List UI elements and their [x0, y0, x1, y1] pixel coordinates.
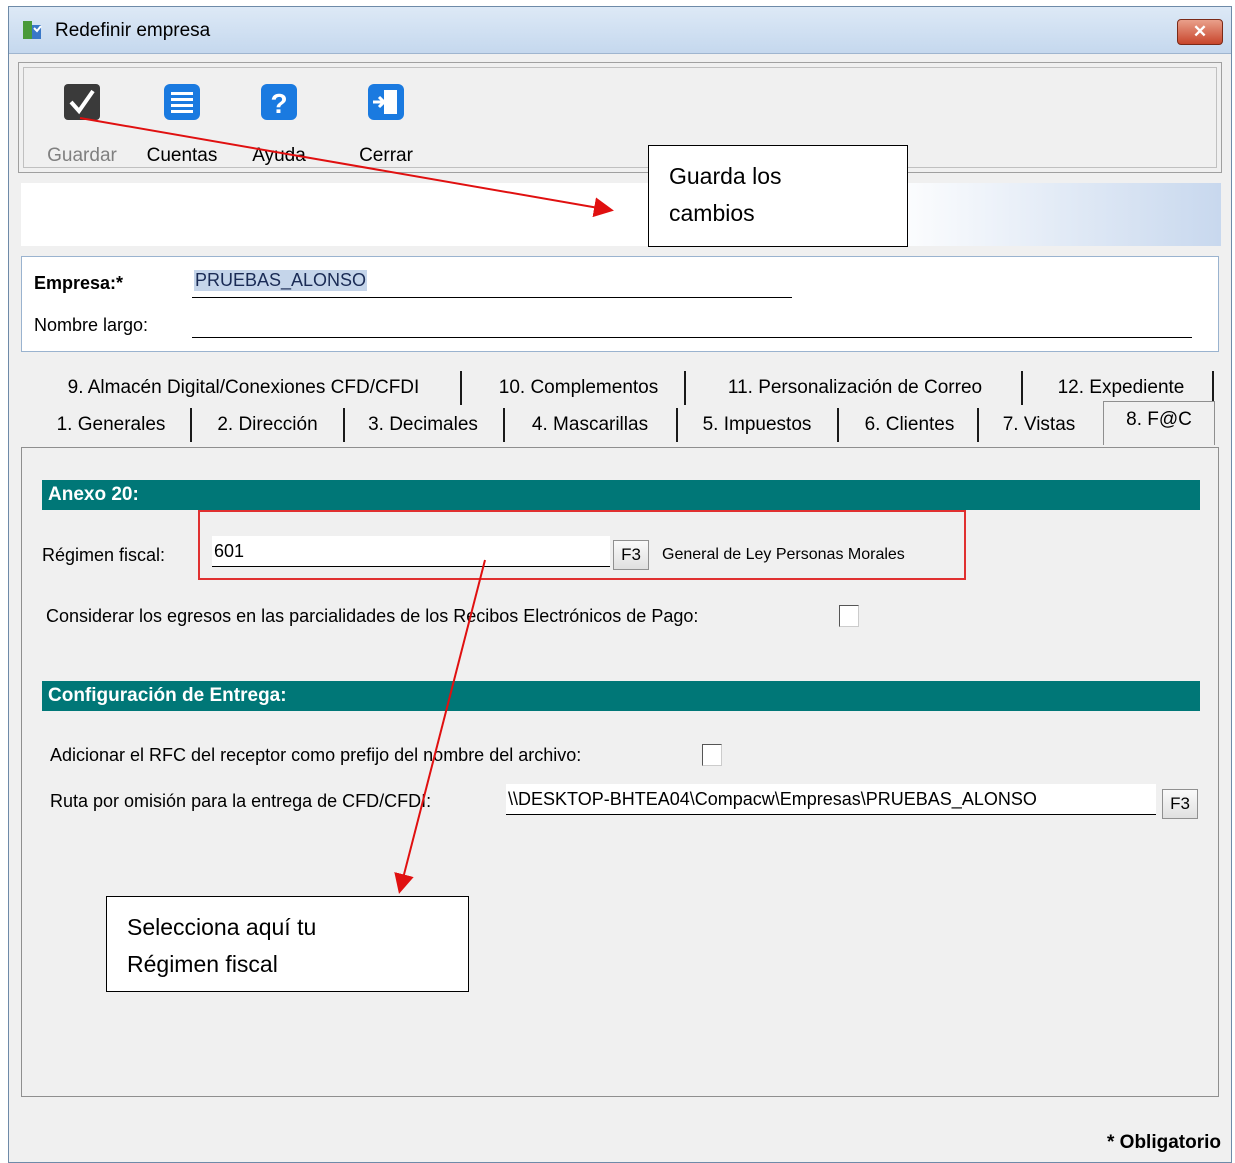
tab-label: 4. Mascarillas	[531, 414, 649, 435]
entrega-section-header: Configuración de Entrega:	[42, 681, 1200, 711]
tab-label: 8. F@C	[1126, 409, 1192, 430]
tab-direccion[interactable]: 2. Dirección	[196, 407, 339, 443]
anexo20-title: Anexo 20:	[48, 484, 139, 505]
tab-separator	[503, 408, 505, 442]
tab-separator	[1212, 371, 1214, 405]
tab-separator	[676, 408, 678, 442]
anexo20-section-header: Anexo 20:	[42, 480, 1200, 510]
tab-fac-active[interactable]: 8. F@C	[1103, 401, 1215, 445]
exit-icon	[368, 84, 404, 120]
banner	[21, 183, 1221, 246]
regimen-callout-line1: Selecciona aquí tu	[127, 914, 317, 940]
long-name-label: Nombre largo:	[34, 315, 149, 335]
cerrar-button[interactable]: Cerrar	[341, 75, 431, 166]
regimen-callout: Selecciona aquí tu Régimen fiscal	[106, 896, 469, 992]
window-title: Redefinir empresa	[55, 20, 211, 41]
ayuda-button[interactable]: ? Ayuda	[234, 75, 324, 166]
tab-almacen-digital[interactable]: 9. Almacén Digital/Conexiones CFD/CFDI	[41, 370, 446, 406]
ruta-input[interactable]: \\DESKTOP-BHTEA04\Compacw\Empresas\PRUEB…	[506, 784, 1156, 815]
save-callout-line2: cambios	[669, 200, 755, 226]
rfc-prefix-label: Adicionar el RFC del receptor como prefi…	[50, 745, 582, 765]
tab-separator	[1021, 371, 1023, 405]
regimen-fiscal-label: Régimen fiscal:	[42, 545, 166, 565]
tab-separator	[190, 408, 192, 442]
long-name-field[interactable]	[192, 337, 1192, 338]
egresos-checkbox[interactable]	[839, 605, 859, 627]
regimen-callout-line2: Régimen fiscal	[127, 951, 278, 977]
tab-label: 2. Dirección	[217, 414, 318, 435]
close-window-button[interactable]: ✕	[1177, 19, 1223, 45]
toolbar: Guardar Cuentas ? Ayuda Cerrar	[18, 62, 1222, 173]
cerrar-label: Cerrar	[359, 145, 413, 166]
company-value: PRUEBAS_ALONSO	[194, 270, 368, 291]
ayuda-label: Ayuda	[252, 145, 306, 166]
tab-label: 11. Personalización de Correo	[727, 377, 983, 398]
guardar-label: Guardar	[47, 145, 117, 166]
tab-label: 7. Vistas	[1002, 414, 1076, 435]
ruta-value: \\DESKTOP-BHTEA04\Compacw\Empresas\PRUEB…	[508, 789, 1037, 809]
guardar-button[interactable]: Guardar	[37, 75, 127, 166]
f3-label: F3	[1170, 794, 1190, 813]
company-header-panel: Empresa:* PRUEBAS_ALONSO Nombre largo:	[21, 256, 1219, 352]
tab-personalizacion-correo[interactable]: 11. Personalización de Correo	[695, 370, 1015, 406]
tab-separator	[343, 408, 345, 442]
svg-text:?: ?	[270, 88, 287, 119]
entrega-title: Configuración de Entrega:	[48, 685, 287, 706]
ruta-f3-button[interactable]: F3	[1162, 789, 1198, 819]
required-note: * Obligatorio	[1107, 1132, 1221, 1153]
regimen-highlight-box	[198, 510, 966, 580]
tab-label: 6. Clientes	[864, 414, 955, 435]
egresos-label: Considerar los egresos en las parcialida…	[46, 606, 699, 626]
company-field[interactable]: PRUEBAS_ALONSO	[192, 265, 792, 298]
tab-label: 3. Decimales	[368, 414, 478, 435]
tab-separator	[460, 371, 462, 405]
tab-label: 12. Expediente	[1057, 377, 1185, 398]
title-bar[interactable]: Redefinir empresa ✕	[9, 7, 1231, 54]
rfc-prefix-checkbox[interactable]	[702, 744, 722, 766]
tab-clientes[interactable]: 6. Clientes	[843, 407, 976, 443]
save-callout: Guarda los cambios	[648, 145, 908, 247]
list-icon	[164, 84, 200, 120]
cuentas-button[interactable]: Cuentas	[137, 75, 227, 166]
app-icon	[23, 21, 42, 39]
tab-label: 5. Impuestos	[702, 414, 812, 435]
tab-separator	[837, 408, 839, 442]
tab-complementos[interactable]: 10. Complementos	[476, 370, 681, 406]
help-icon: ?	[261, 84, 297, 120]
save-callout-line1: Guarda los	[669, 163, 782, 189]
tab-label: 1. Generales	[56, 414, 166, 435]
tab-impuestos[interactable]: 5. Impuestos	[682, 407, 832, 443]
cuentas-label: Cuentas	[146, 145, 218, 166]
ruta-label: Ruta por omisión para la entrega de CFD/…	[50, 791, 432, 811]
tab-decimales[interactable]: 3. Decimales	[349, 407, 497, 443]
check-icon	[64, 84, 100, 120]
tab-generales[interactable]: 1. Generales	[31, 407, 191, 443]
tab-separator	[684, 371, 686, 405]
tab-separator	[977, 408, 979, 442]
company-label: Empresa:*	[34, 273, 124, 293]
tab-label: 10. Complementos	[498, 377, 659, 398]
tab-mascarillas[interactable]: 4. Mascarillas	[509, 407, 671, 443]
close-icon: ✕	[1192, 22, 1208, 41]
tab-vistas[interactable]: 7. Vistas	[983, 407, 1095, 443]
tab-label: 9. Almacén Digital/Conexiones CFD/CFDI	[67, 377, 420, 398]
